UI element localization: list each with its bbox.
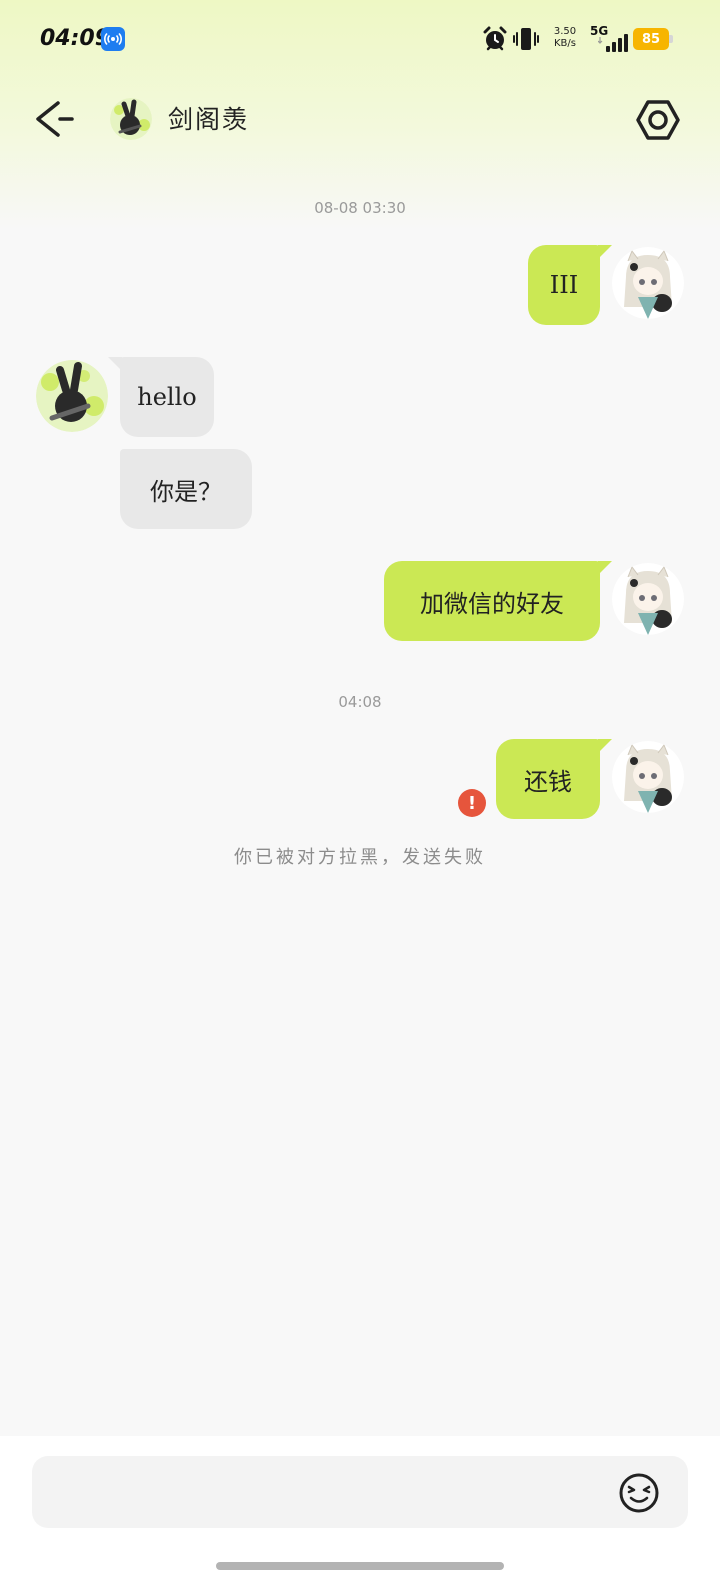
input-area (0, 1436, 720, 1584)
network-speed: 3.50 KB/s (551, 26, 579, 50)
vibrate-icon (512, 26, 540, 52)
message-input[interactable] (32, 1456, 688, 1528)
contact-avatar[interactable] (110, 98, 152, 140)
gear-icon (636, 100, 680, 140)
status-bar: 04:09 3.50 KB/s 5G 85 (0, 0, 720, 78)
my-avatar[interactable] (612, 247, 684, 319)
home-indicator[interactable] (216, 1562, 504, 1570)
message-text: hello (137, 383, 197, 411)
my-avatar[interactable] (612, 741, 684, 813)
back-arrow-icon (36, 101, 74, 137)
signal-icon: 5G (588, 24, 628, 52)
chat-header: 剑阁羡 (0, 80, 720, 160)
contact-name: 剑阁羡 (168, 105, 250, 134)
outgoing-message[interactable]: 加微信的好友 (384, 561, 612, 641)
outgoing-message[interactable]: III (528, 245, 612, 325)
status-time: 04:09 (40, 26, 111, 51)
message-text: 还钱 (524, 767, 572, 796)
message-text: 你是？ (150, 477, 222, 506)
back-button[interactable] (32, 96, 80, 142)
alarm-icon (482, 26, 508, 52)
contact-message-avatar[interactable] (36, 360, 108, 432)
hotspot-icon (101, 27, 125, 51)
outgoing-message[interactable]: 还钱 (496, 739, 612, 819)
send-failed-icon[interactable]: ! (458, 789, 486, 817)
battery-icon: 85 (633, 28, 673, 50)
message-text: III (549, 271, 579, 299)
incoming-message[interactable]: 你是？ (120, 449, 252, 529)
battery-level: 85 (633, 28, 669, 50)
incoming-message[interactable]: hello (108, 357, 214, 437)
emoji-icon (619, 1473, 659, 1513)
settings-button[interactable] (636, 98, 680, 142)
blocked-notice: 你已被对方拉黑，发送失败 (234, 847, 486, 868)
message-timestamp: 08-08 03:30 (314, 199, 406, 217)
emoji-button[interactable] (618, 1472, 660, 1514)
network-speed-unit: KB/s (554, 38, 576, 49)
network-speed-value: 3.50 (553, 26, 577, 37)
message-text: 加微信的好友 (420, 589, 564, 618)
message-timestamp: 04:08 (338, 693, 382, 711)
my-avatar[interactable] (612, 563, 684, 635)
